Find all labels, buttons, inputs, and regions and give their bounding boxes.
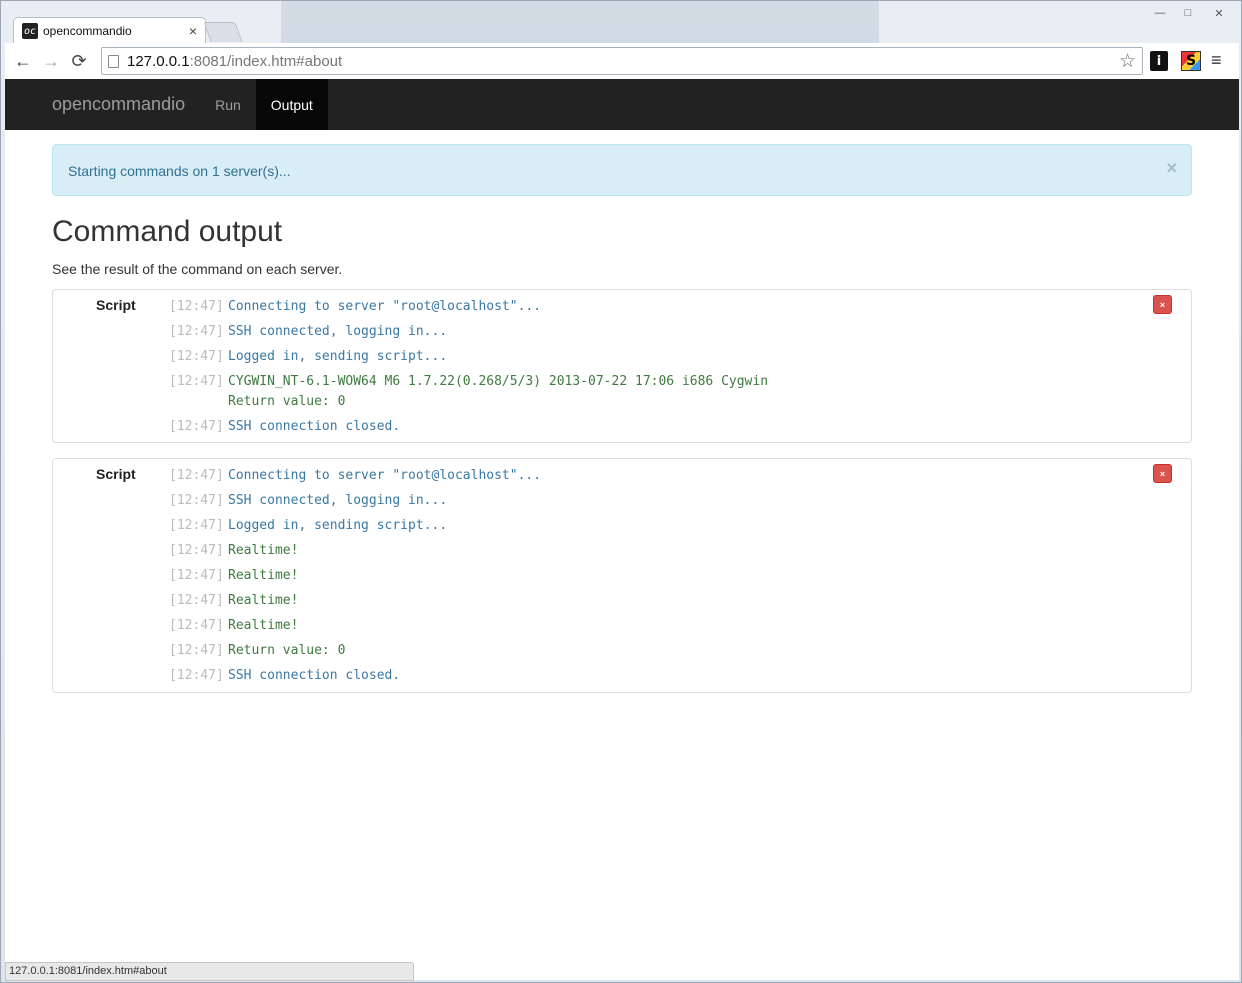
close-window-button[interactable]: ✕ bbox=[1208, 7, 1230, 20]
log-timestamp: [12:47] bbox=[169, 349, 224, 364]
log-message: SSH connected, logging in... bbox=[228, 493, 448, 508]
new-tab-button[interactable] bbox=[203, 22, 243, 42]
remove-panel-button[interactable]: × bbox=[1153, 464, 1172, 483]
bookmark-star-icon[interactable]: ☆ bbox=[1119, 50, 1136, 73]
output-panel: Script × [12:47] Connecting to server "ro… bbox=[52, 458, 1192, 693]
log-line: [12:47] Connecting to server "root@localh… bbox=[169, 297, 768, 317]
address-bar[interactable]: 127.0.0.1 :8081/index.htm#about ☆ bbox=[101, 47, 1143, 75]
output-panel: Script × [12:47] Connecting to server "ro… bbox=[52, 289, 1192, 443]
log-line: [12:47] SSH connected, logging in... bbox=[169, 322, 768, 342]
maximize-button[interactable]: □ bbox=[1177, 7, 1199, 19]
tab-close-icon[interactable]: × bbox=[189, 24, 197, 38]
log-line: [12:47] Return value: 0 bbox=[169, 641, 541, 661]
log-timestamp: [12:47] bbox=[169, 493, 224, 508]
log-message: Logged in, sending script... bbox=[228, 518, 448, 533]
log-timestamp: [12:47] bbox=[169, 374, 224, 389]
extension-s-icon[interactable]: S bbox=[1181, 51, 1201, 71]
favicon-icon: oc bbox=[22, 23, 38, 39]
log-message: SSH connected, logging in... bbox=[228, 324, 448, 339]
log-message: Return value: 0 bbox=[228, 643, 346, 658]
log-message: Realtime! bbox=[228, 618, 299, 633]
browser-tab[interactable]: oc opencommandio × bbox=[13, 17, 206, 44]
page-title: Command output bbox=[52, 215, 283, 248]
info-alert: Starting commands on 1 server(s)... × bbox=[52, 144, 1192, 196]
log-line: [12:47] Realtime! bbox=[169, 566, 541, 586]
log-line: [12:47] CYGWIN_NT-6.1-WOW64 M6 1.7.22(0.2… bbox=[169, 372, 768, 412]
log-timestamp: [12:47] bbox=[169, 543, 224, 558]
log-line: [12:47] Logged in, sending script... bbox=[169, 516, 541, 536]
background-window-strip bbox=[281, 1, 879, 43]
log-timestamp: [12:47] bbox=[169, 593, 224, 608]
remove-panel-button[interactable]: × bbox=[1153, 295, 1172, 314]
log-line: [12:47] Connecting to server "root@localh… bbox=[169, 466, 541, 486]
log-line: [12:47] Logged in, sending script... bbox=[169, 347, 768, 367]
minimize-button[interactable]: — bbox=[1149, 7, 1171, 19]
reload-button[interactable]: ⟳ bbox=[65, 47, 93, 75]
log-line: [12:47] Realtime! bbox=[169, 616, 541, 636]
log-message: SSH connection closed. bbox=[228, 419, 401, 434]
panel-label: Script bbox=[96, 466, 136, 482]
log-message: SSH connection closed. bbox=[228, 668, 401, 683]
url-path: :8081/index.htm#about bbox=[189, 52, 343, 70]
log-message: Realtime! bbox=[228, 568, 299, 583]
log-message: CYGWIN_NT-6.1-WOW64 M6 1.7.22(0.268/5/3)… bbox=[228, 374, 769, 409]
log-timestamp: [12:47] bbox=[169, 324, 224, 339]
log-line: [12:47] Realtime! bbox=[169, 591, 541, 611]
extension-info-icon[interactable]: i bbox=[1150, 51, 1168, 71]
log-timestamp: [12:47] bbox=[169, 419, 224, 434]
app-navbar: opencommandio Run Output bbox=[5, 79, 1239, 130]
page-subtitle: See the result of the command on each se… bbox=[52, 261, 343, 277]
app-brand[interactable]: opencommandio bbox=[5, 79, 200, 130]
browser-window: oc opencommandio × — □ ✕ ← → ⟳ 127.0.0.1… bbox=[0, 0, 1242, 983]
log-timestamp: [12:47] bbox=[169, 643, 224, 658]
browser-menu-icon[interactable]: ≡ bbox=[1211, 50, 1222, 71]
tab-title: opencommandio bbox=[43, 24, 132, 38]
log-message: Logged in, sending script... bbox=[228, 349, 448, 364]
log-output: [12:47] Connecting to server "root@localh… bbox=[169, 297, 768, 442]
page-viewport: opencommandio Run Output Starting comman… bbox=[5, 79, 1239, 980]
forward-button[interactable]: → bbox=[37, 47, 65, 75]
nav-output[interactable]: Output bbox=[255, 79, 328, 130]
log-timestamp: [12:47] bbox=[169, 299, 224, 314]
page-icon bbox=[108, 54, 119, 68]
log-timestamp: [12:47] bbox=[169, 568, 224, 583]
log-timestamp: [12:47] bbox=[169, 668, 224, 683]
status-bar: 127.0.0.1:8081/index.htm#about bbox=[5, 962, 414, 981]
log-timestamp: [12:47] bbox=[169, 618, 224, 633]
url-host: 127.0.0.1 bbox=[127, 52, 190, 70]
back-button[interactable]: ← bbox=[9, 47, 37, 75]
log-line: [12:47] SSH connection closed. bbox=[169, 417, 768, 437]
log-timestamp: [12:47] bbox=[169, 468, 224, 483]
log-message: Connecting to server "root@localhost"... bbox=[228, 299, 542, 314]
log-message: Realtime! bbox=[228, 593, 299, 608]
log-message: Connecting to server "root@localhost"... bbox=[228, 468, 542, 483]
browser-toolbar: ← → ⟳ 127.0.0.1 :8081/index.htm#about ☆ … bbox=[5, 43, 1239, 79]
log-line: [12:47] SSH connected, logging in... bbox=[169, 491, 541, 511]
log-timestamp: [12:47] bbox=[169, 518, 224, 533]
alert-close-icon[interactable]: × bbox=[1166, 158, 1177, 179]
log-line: [12:47] SSH connection closed. bbox=[169, 666, 541, 686]
nav-run[interactable]: Run bbox=[200, 79, 256, 130]
panel-label: Script bbox=[96, 297, 136, 313]
alert-message: Starting commands on 1 server(s)... bbox=[68, 163, 291, 179]
log-output: [12:47] Connecting to server "root@localh… bbox=[169, 466, 541, 691]
log-line: [12:47] Realtime! bbox=[169, 541, 541, 561]
log-message: Realtime! bbox=[228, 543, 299, 558]
